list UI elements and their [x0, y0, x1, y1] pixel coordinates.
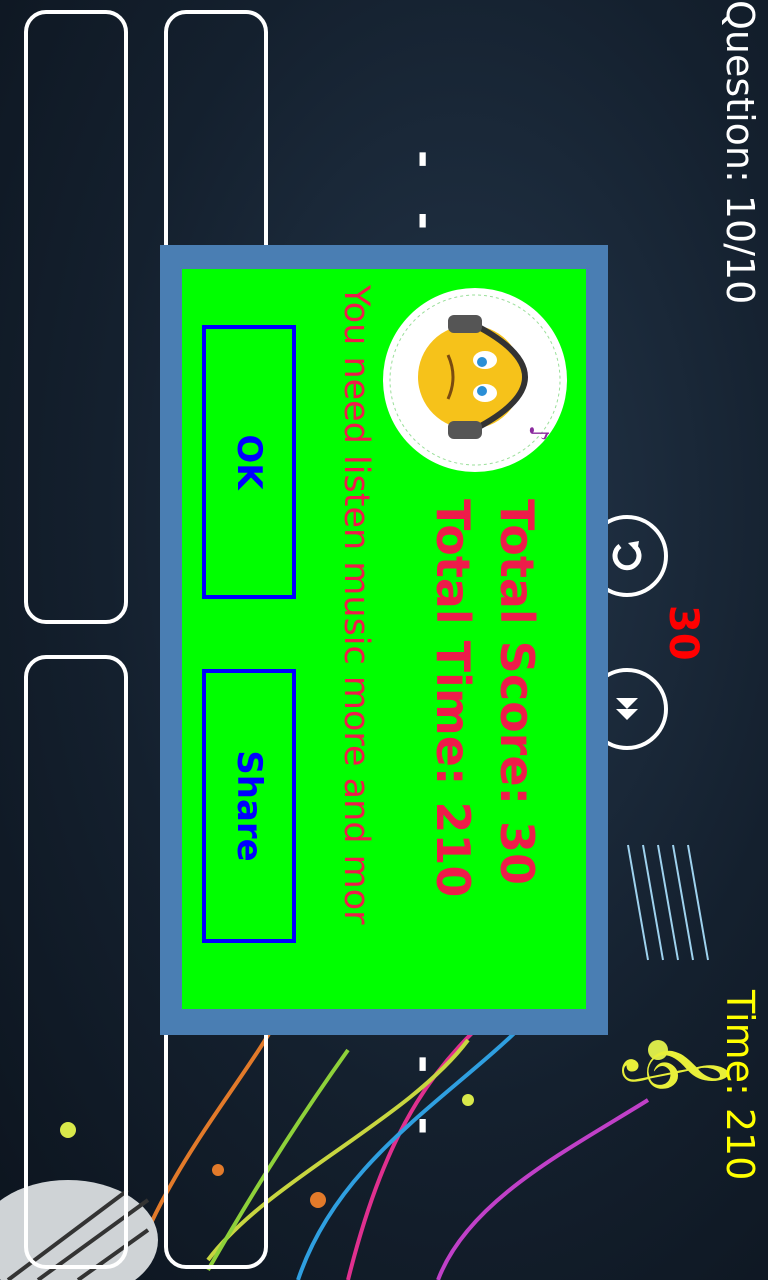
result-dialog-body: ♪ Total Score: 30 Total Time: 210 You ne…	[182, 269, 586, 1009]
hint-dashes-bottom: - -	[399, 1055, 450, 1149]
smiley-headphones-icon: ♪	[383, 288, 567, 472]
score-counter: 30	[660, 605, 706, 661]
answer-option-4[interactable]	[24, 655, 128, 1269]
total-score: Total Score: 30	[490, 499, 544, 885]
hint-dashes-top: - -	[399, 150, 450, 244]
treble-clef-icon: 𝄞	[622, 1040, 731, 1093]
time-counter: Time: 210	[718, 990, 762, 1181]
question-counter: Question: 10/10	[718, 0, 762, 305]
ok-button[interactable]: OK	[202, 325, 296, 599]
share-button[interactable]: Share	[202, 669, 296, 943]
answer-option-2[interactable]	[24, 10, 128, 624]
svg-text:♪: ♪	[523, 425, 553, 442]
total-time: Total Time: 210	[426, 499, 480, 898]
game-stage: 𝄞 Question: 10/10 Time: 210 30 - - - - ♪…	[0, 0, 768, 1280]
music-staff-icon	[627, 844, 709, 961]
result-message: You need listen music more and mor	[336, 285, 376, 925]
result-dialog: ♪ Total Score: 30 Total Time: 210 You ne…	[160, 245, 608, 1035]
